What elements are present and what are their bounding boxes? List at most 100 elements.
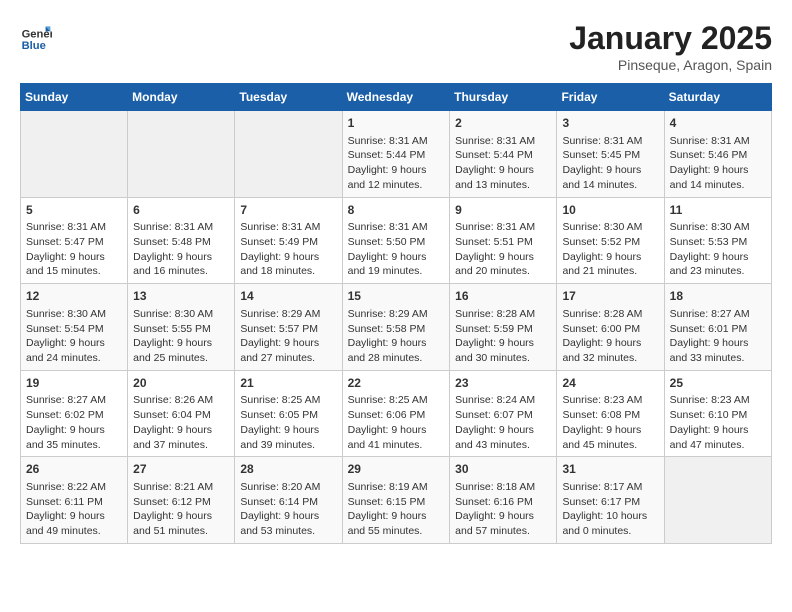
day-number: 26 bbox=[26, 461, 122, 478]
sunset-text: Sunset: 5:48 PM bbox=[133, 235, 229, 250]
sunset-text: Sunset: 6:07 PM bbox=[455, 408, 551, 423]
sunrise-text: Sunrise: 8:18 AM bbox=[455, 480, 551, 495]
table-row: 31Sunrise: 8:17 AMSunset: 6:17 PMDayligh… bbox=[557, 457, 664, 544]
day-number: 9 bbox=[455, 202, 551, 219]
sunrise-text: Sunrise: 8:27 AM bbox=[670, 307, 766, 322]
header-saturday: Saturday bbox=[664, 84, 771, 111]
sunrise-text: Sunrise: 8:31 AM bbox=[348, 220, 445, 235]
sunset-text: Sunset: 6:12 PM bbox=[133, 495, 229, 510]
table-row: 21Sunrise: 8:25 AMSunset: 6:05 PMDayligh… bbox=[235, 370, 342, 457]
header-tuesday: Tuesday bbox=[235, 84, 342, 111]
day-number: 11 bbox=[670, 202, 766, 219]
sunset-text: Sunset: 5:55 PM bbox=[133, 322, 229, 337]
daylight-text: Daylight: 9 hours and 20 minutes. bbox=[455, 250, 551, 279]
calendar-header-row: Sunday Monday Tuesday Wednesday Thursday… bbox=[21, 84, 772, 111]
sunset-text: Sunset: 5:46 PM bbox=[670, 148, 766, 163]
day-number: 25 bbox=[670, 375, 766, 392]
sunrise-text: Sunrise: 8:27 AM bbox=[26, 393, 122, 408]
day-number: 7 bbox=[240, 202, 336, 219]
daylight-text: Daylight: 9 hours and 49 minutes. bbox=[26, 509, 122, 538]
sunset-text: Sunset: 5:44 PM bbox=[348, 148, 445, 163]
day-number: 16 bbox=[455, 288, 551, 305]
table-row: 1Sunrise: 8:31 AMSunset: 5:44 PMDaylight… bbox=[342, 111, 450, 198]
table-row: 8Sunrise: 8:31 AMSunset: 5:50 PMDaylight… bbox=[342, 197, 450, 284]
table-row: 14Sunrise: 8:29 AMSunset: 5:57 PMDayligh… bbox=[235, 284, 342, 371]
table-row: 30Sunrise: 8:18 AMSunset: 6:16 PMDayligh… bbox=[450, 457, 557, 544]
table-row: 26 Sunrise: 8:22 AMSunset: 6:11 PMDayligh… bbox=[21, 457, 128, 544]
sunrise-text: Sunrise: 8:30 AM bbox=[26, 307, 122, 322]
sunrise-text: Sunrise: 8:21 AM bbox=[133, 480, 229, 495]
daylight-text: Daylight: 9 hours and 33 minutes. bbox=[670, 336, 766, 365]
sunset-text: Sunset: 5:58 PM bbox=[348, 322, 445, 337]
table-row: 27Sunrise: 8:21 AMSunset: 6:12 PMDayligh… bbox=[128, 457, 235, 544]
sunrise-text: Sunrise: 8:29 AM bbox=[240, 307, 336, 322]
day-number: 29 bbox=[348, 461, 445, 478]
sunset-text: Sunset: 6:16 PM bbox=[455, 495, 551, 510]
day-number: 8 bbox=[348, 202, 445, 219]
sunset-text: Sunset: 6:14 PM bbox=[240, 495, 336, 510]
sunrise-text: Sunrise: 8:17 AM bbox=[562, 480, 658, 495]
daylight-text: Daylight: 9 hours and 45 minutes. bbox=[562, 423, 658, 452]
daylight-text: Daylight: 9 hours and 30 minutes. bbox=[455, 336, 551, 365]
calendar-week-row: 12Sunrise: 8:30 AMSunset: 5:54 PMDayligh… bbox=[21, 284, 772, 371]
header-wednesday: Wednesday bbox=[342, 84, 450, 111]
table-row: 25Sunrise: 8:23 AMSunset: 6:10 PMDayligh… bbox=[664, 370, 771, 457]
sunrise-text: Sunrise: 8:25 AM bbox=[240, 393, 336, 408]
day-number: 20 bbox=[133, 375, 229, 392]
sunrise-text: Sunrise: 8:30 AM bbox=[670, 220, 766, 235]
sunrise-text: Sunrise: 8:22 AM bbox=[26, 480, 122, 495]
sunrise-text: Sunrise: 8:19 AM bbox=[348, 480, 445, 495]
header-friday: Friday bbox=[557, 84, 664, 111]
day-number: 4 bbox=[670, 115, 766, 132]
day-number: 13 bbox=[133, 288, 229, 305]
sunrise-text: Sunrise: 8:25 AM bbox=[348, 393, 445, 408]
sunset-text: Sunset: 6:04 PM bbox=[133, 408, 229, 423]
calendar-week-row: 1Sunrise: 8:31 AMSunset: 5:44 PMDaylight… bbox=[21, 111, 772, 198]
sunrise-text: Sunrise: 8:28 AM bbox=[455, 307, 551, 322]
day-number: 24 bbox=[562, 375, 658, 392]
table-row: 9Sunrise: 8:31 AMSunset: 5:51 PMDaylight… bbox=[450, 197, 557, 284]
daylight-text: Daylight: 9 hours and 15 minutes. bbox=[26, 250, 122, 279]
sunset-text: Sunset: 5:50 PM bbox=[348, 235, 445, 250]
day-number: 1 bbox=[348, 115, 445, 132]
daylight-text: Daylight: 9 hours and 55 minutes. bbox=[348, 509, 445, 538]
sunrise-text: Sunrise: 8:31 AM bbox=[562, 134, 658, 149]
daylight-text: Daylight: 9 hours and 12 minutes. bbox=[348, 163, 445, 192]
day-number: 19 bbox=[26, 375, 122, 392]
sunset-text: Sunset: 6:11 PM bbox=[26, 495, 122, 510]
sunrise-text: Sunrise: 8:28 AM bbox=[562, 307, 658, 322]
table-row: 2Sunrise: 8:31 AMSunset: 5:44 PMDaylight… bbox=[450, 111, 557, 198]
day-number: 5 bbox=[26, 202, 122, 219]
day-number: 2 bbox=[455, 115, 551, 132]
day-number: 10 bbox=[562, 202, 658, 219]
sunset-text: Sunset: 6:00 PM bbox=[562, 322, 658, 337]
sunrise-text: Sunrise: 8:20 AM bbox=[240, 480, 336, 495]
day-number: 27 bbox=[133, 461, 229, 478]
table-row: 6Sunrise: 8:31 AMSunset: 5:48 PMDaylight… bbox=[128, 197, 235, 284]
sunset-text: Sunset: 5:53 PM bbox=[670, 235, 766, 250]
day-number: 3 bbox=[562, 115, 658, 132]
daylight-text: Daylight: 9 hours and 18 minutes. bbox=[240, 250, 336, 279]
logo-icon: General Blue bbox=[20, 20, 52, 52]
daylight-text: Daylight: 9 hours and 27 minutes. bbox=[240, 336, 336, 365]
header-monday: Monday bbox=[128, 84, 235, 111]
daylight-text: Daylight: 9 hours and 19 minutes. bbox=[348, 250, 445, 279]
calendar-week-row: 19Sunrise: 8:27 AMSunset: 6:02 PMDayligh… bbox=[21, 370, 772, 457]
sunrise-text: Sunrise: 8:30 AM bbox=[562, 220, 658, 235]
day-number: 28 bbox=[240, 461, 336, 478]
daylight-text: Daylight: 9 hours and 25 minutes. bbox=[133, 336, 229, 365]
sunset-text: Sunset: 5:57 PM bbox=[240, 322, 336, 337]
daylight-text: Daylight: 9 hours and 14 minutes. bbox=[670, 163, 766, 192]
table-row: 4Sunrise: 8:31 AMSunset: 5:46 PMDaylight… bbox=[664, 111, 771, 198]
sunset-text: Sunset: 6:06 PM bbox=[348, 408, 445, 423]
sunrise-text: Sunrise: 8:31 AM bbox=[26, 220, 122, 235]
title-block: January 2025 Pinseque, Aragon, Spain bbox=[569, 20, 772, 73]
sunset-text: Sunset: 6:08 PM bbox=[562, 408, 658, 423]
daylight-text: Daylight: 9 hours and 47 minutes. bbox=[670, 423, 766, 452]
day-number: 21 bbox=[240, 375, 336, 392]
sunset-text: Sunset: 6:01 PM bbox=[670, 322, 766, 337]
day-number: 12 bbox=[26, 288, 122, 305]
daylight-text: Daylight: 9 hours and 32 minutes. bbox=[562, 336, 658, 365]
day-number: 22 bbox=[348, 375, 445, 392]
sunrise-text: Sunrise: 8:26 AM bbox=[133, 393, 229, 408]
